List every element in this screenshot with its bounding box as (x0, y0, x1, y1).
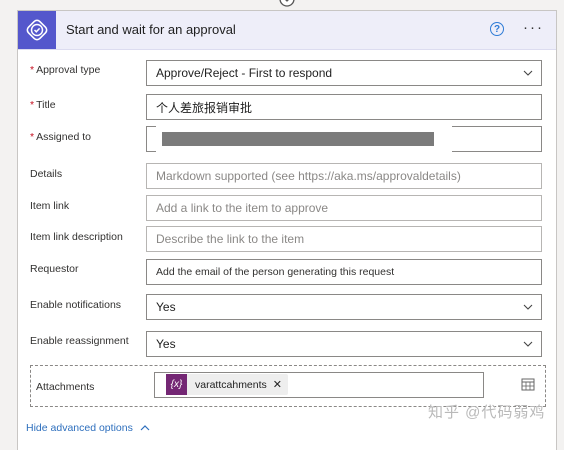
dynamic-content-token[interactable]: {x} varattcahments ✕ (166, 374, 289, 395)
approval-type-label: * Approval type (30, 64, 100, 76)
enable-reassignment-label: Enable reassignment (30, 335, 129, 347)
chevron-down-icon (523, 70, 533, 76)
hide-advanced-options-text: Hide advanced options (26, 422, 133, 434)
details-label: Details (30, 168, 63, 180)
required-marker: * (30, 64, 35, 76)
array-switch-icon[interactable] (521, 377, 535, 391)
required-marker: * (30, 99, 35, 111)
requestor-input[interactable]: Add the email of the person generating t… (146, 259, 542, 285)
assigned-to-label: * Assigned to (30, 131, 91, 143)
title-label: * Title (30, 99, 56, 111)
variable-icon: {x} (166, 374, 187, 395)
enable-notifications-value: Yes (156, 300, 176, 314)
chevron-up-icon (140, 425, 150, 431)
title-label-text: Title (36, 99, 56, 111)
chevron-down-icon (523, 304, 533, 310)
item-link-label: Item link (30, 200, 70, 212)
redacted-value (162, 132, 434, 146)
requestor-placeholder: Add the email of the person generating t… (156, 266, 395, 278)
enable-reassignment-dropdown[interactable]: Yes (146, 331, 542, 357)
watermark: 知乎 @代码弱鸡 (428, 404, 546, 421)
enable-notifications-label: Enable notifications (30, 299, 122, 311)
item-link-input[interactable]: Add a link to the item to approve (146, 195, 542, 221)
connector-arrow-icon (279, 0, 295, 7)
details-input[interactable]: Markdown supported (see https://aka.ms/a… (146, 163, 542, 189)
more-options-icon[interactable]: ··· (523, 19, 544, 36)
help-icon[interactable]: ? (490, 22, 504, 36)
token-label: varattcahments (195, 378, 267, 391)
remove-token-icon[interactable]: ✕ (273, 378, 288, 391)
approval-type-label-text: Approval type (36, 64, 101, 76)
action-title: Start and wait for an approval (66, 22, 236, 37)
assigned-to-label-text: Assigned to (36, 131, 91, 143)
item-link-description-label: Item link description (30, 231, 123, 243)
item-link-description-placeholder: Describe the link to the item (156, 232, 305, 246)
enable-notifications-dropdown[interactable]: Yes (146, 294, 542, 320)
hide-advanced-options-link[interactable]: Hide advanced options (26, 422, 151, 434)
action-header[interactable]: Start and wait for an approval ? ··· (18, 11, 556, 50)
details-placeholder: Markdown supported (see https://aka.ms/a… (156, 169, 461, 183)
approval-type-value: Approve/Reject - First to respond (156, 66, 333, 80)
requestor-label: Requestor (30, 263, 79, 275)
required-marker: * (30, 131, 35, 143)
item-link-placeholder: Add a link to the item to approve (156, 201, 329, 215)
approval-icon (18, 11, 56, 49)
chevron-down-icon (523, 341, 533, 347)
attachments-label: Attachments (36, 381, 95, 393)
item-link-description-input[interactable]: Describe the link to the item (146, 226, 542, 252)
approval-type-dropdown[interactable]: Approve/Reject - First to respond (146, 60, 542, 86)
title-input[interactable]: 个人差旅报销审批 (146, 94, 542, 120)
enable-reassignment-value: Yes (156, 337, 176, 351)
title-value: 个人差旅报销审批 (156, 100, 253, 115)
approval-action-card: Start and wait for an approval ? ··· * Ap… (17, 10, 557, 450)
